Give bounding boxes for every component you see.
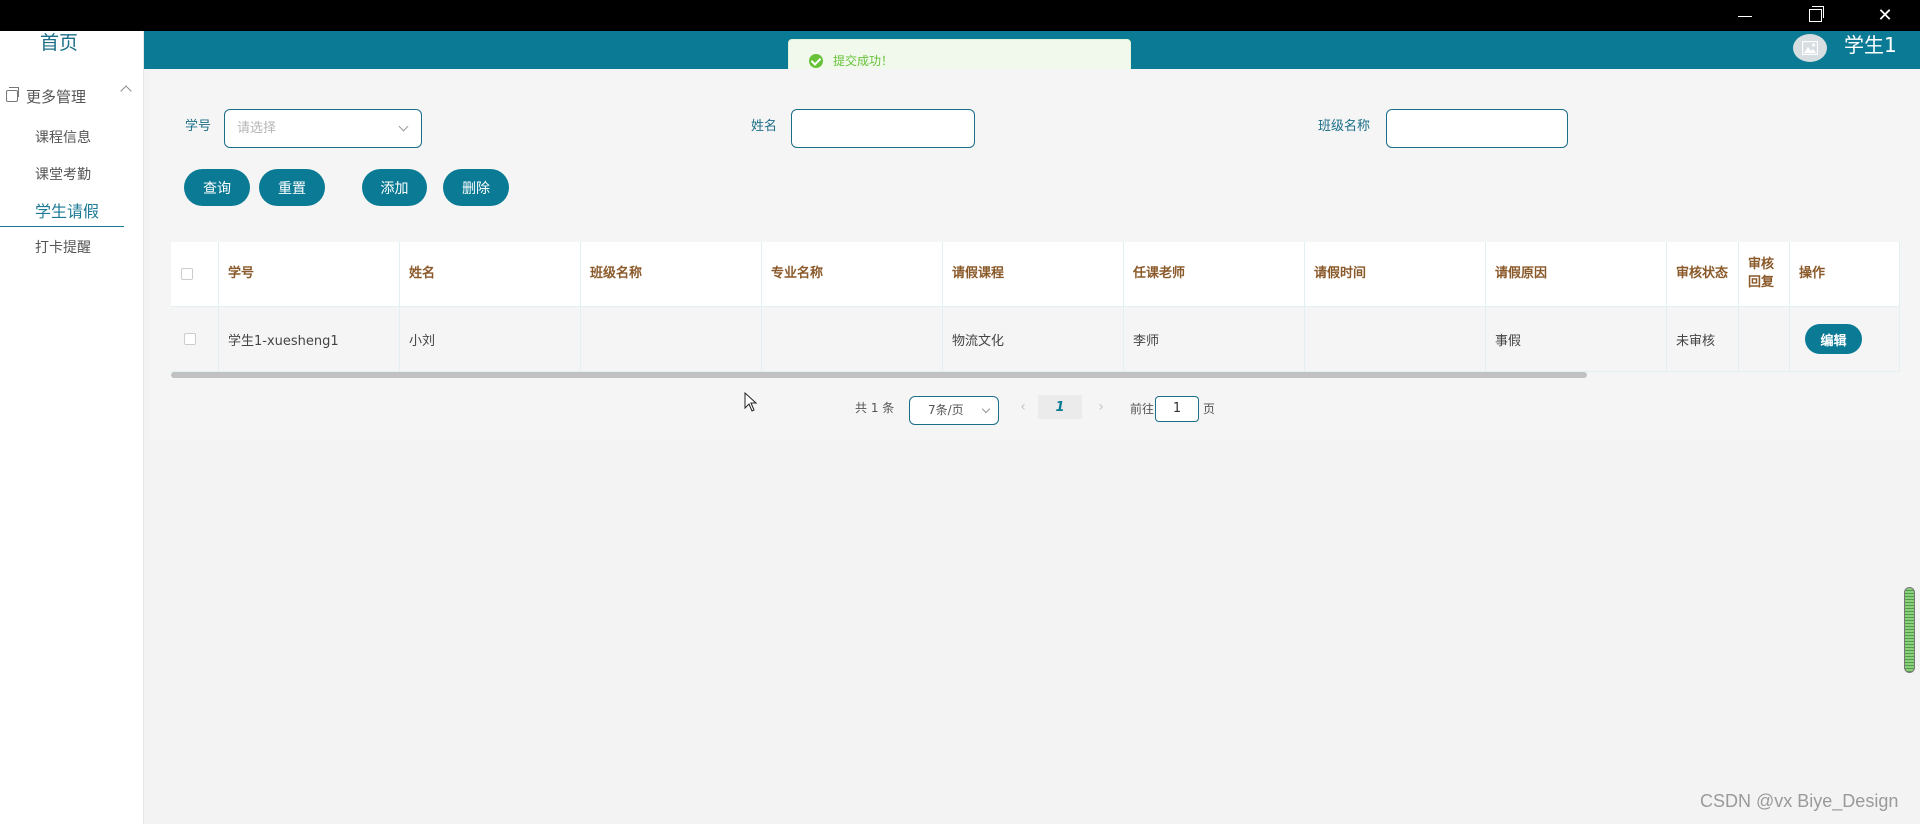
select-all-cell — [171, 242, 219, 307]
page-number-current[interactable]: 1 — [1038, 395, 1082, 419]
delete-button[interactable]: 删除 — [443, 169, 509, 206]
goto-label: 前往 — [1130, 402, 1155, 416]
window-titlebar: ✕ — [0, 0, 1920, 31]
check-circle-icon — [809, 53, 823, 68]
header-teacher[interactable]: 任课老师 — [1124, 242, 1305, 307]
header-review-reply[interactable]: 审核回复 — [1739, 242, 1790, 307]
mouse-cursor-icon — [744, 392, 758, 412]
toast-message: 提交成功！ — [833, 54, 894, 68]
sidebar-item-course-info[interactable]: 课程信息 — [0, 123, 124, 153]
header-class-name[interactable]: 班级名称 — [581, 242, 762, 307]
restore-icon[interactable] — [1780, 0, 1850, 31]
horizontal-scrollbar[interactable] — [171, 372, 1587, 378]
sidebar-group-more-management[interactable]: 更多管理 — [6, 84, 132, 108]
sidebar: 首页 更多管理 课程信息 课堂考勤 学生请假 打卡提醒 — [0, 31, 144, 824]
sidebar-group-label: 更多管理 — [26, 87, 87, 106]
minimize-icon[interactable] — [1710, 0, 1780, 31]
user-name[interactable]: 学生1 — [1844, 31, 1897, 59]
cell-review-status: 未审核 — [1667, 307, 1739, 372]
cell-teacher: 李师 — [1124, 307, 1305, 372]
cell-name: 小刘 — [400, 307, 581, 372]
watermark: CSDN @vx Biye_Design — [1700, 791, 1899, 811]
select-all-checkbox[interactable] — [181, 268, 193, 280]
chevron-down-icon — [398, 121, 409, 132]
query-button[interactable]: 查询 — [184, 169, 250, 206]
header-action: 操作 — [1790, 242, 1900, 307]
close-icon[interactable]: ✕ — [1850, 0, 1920, 31]
row-select-cell — [171, 307, 219, 372]
main-panel: 学号 请选择 姓名 班级名称 查询 重置 添加 删除 学号 姓名 班级名称 专业… — [151, 69, 1920, 440]
pagination-total: 共 1 条 — [855, 401, 895, 415]
goto-page-input[interactable]: 1 — [1155, 396, 1199, 422]
cell-student-no: 学生1-xuesheng1 — [219, 307, 400, 372]
student-no-label: 学号 — [185, 119, 212, 134]
cell-leave-time — [1305, 307, 1486, 372]
name-label: 姓名 — [751, 119, 778, 134]
cell-major-name — [762, 307, 943, 372]
image-icon — [1802, 41, 1818, 55]
sidebar-item-checkin-reminder[interactable]: 打卡提醒 — [0, 233, 124, 263]
cell-class-name — [581, 307, 762, 372]
copy-icon — [6, 87, 19, 102]
class-name-input[interactable] — [1386, 109, 1568, 148]
reset-button[interactable]: 重置 — [259, 169, 325, 206]
vertical-scrollbar[interactable] — [1904, 587, 1915, 673]
table-row: 学生1-xuesheng1 小刘 物流文化 李师 事假 未审核 编辑 — [171, 307, 1900, 372]
header-student-no[interactable]: 学号 — [219, 242, 400, 307]
chevron-up-icon — [120, 85, 132, 97]
header-review-status[interactable]: 审核状态 — [1667, 242, 1739, 307]
cell-reason: 事假 — [1486, 307, 1667, 372]
sidebar-home-link[interactable]: 首页 — [0, 31, 118, 61]
header-major-name[interactable]: 专业名称 — [762, 242, 943, 307]
sidebar-item-student-leave[interactable]: 学生请假 — [0, 197, 124, 227]
cell-course: 物流文化 — [943, 307, 1124, 372]
avatar[interactable] — [1793, 34, 1827, 62]
header-reason[interactable]: 请假原因 — [1486, 242, 1667, 307]
table-header-row: 学号 姓名 班级名称 专业名称 请假课程 任课老师 请假时间 请假原因 审核状态… — [171, 242, 1900, 307]
page-size-select[interactable]: 7条/页 — [909, 396, 999, 425]
name-input[interactable] — [791, 109, 975, 148]
page-suffix: 页 — [1203, 402, 1216, 416]
edit-button[interactable]: 编辑 — [1805, 324, 1862, 354]
student-no-select[interactable]: 请选择 — [224, 109, 422, 148]
header-leave-time[interactable]: 请假时间 — [1305, 242, 1486, 307]
student-no-placeholder: 请选择 — [237, 121, 277, 136]
row-checkbox[interactable] — [184, 333, 196, 345]
next-page-icon[interactable]: › — [1089, 395, 1113, 419]
class-name-label: 班级名称 — [1318, 119, 1371, 134]
cell-action: 编辑 — [1790, 307, 1900, 372]
header-course[interactable]: 请假课程 — [943, 242, 1124, 307]
cell-review-reply — [1739, 307, 1790, 372]
header-name[interactable]: 姓名 — [400, 242, 581, 307]
page-size-value: 7条/页 — [928, 403, 964, 417]
add-button[interactable]: 添加 — [362, 169, 427, 206]
chevron-down-icon — [981, 404, 991, 414]
sidebar-item-attendance[interactable]: 课堂考勤 — [0, 160, 124, 190]
prev-page-icon[interactable]: ‹ — [1011, 395, 1035, 419]
